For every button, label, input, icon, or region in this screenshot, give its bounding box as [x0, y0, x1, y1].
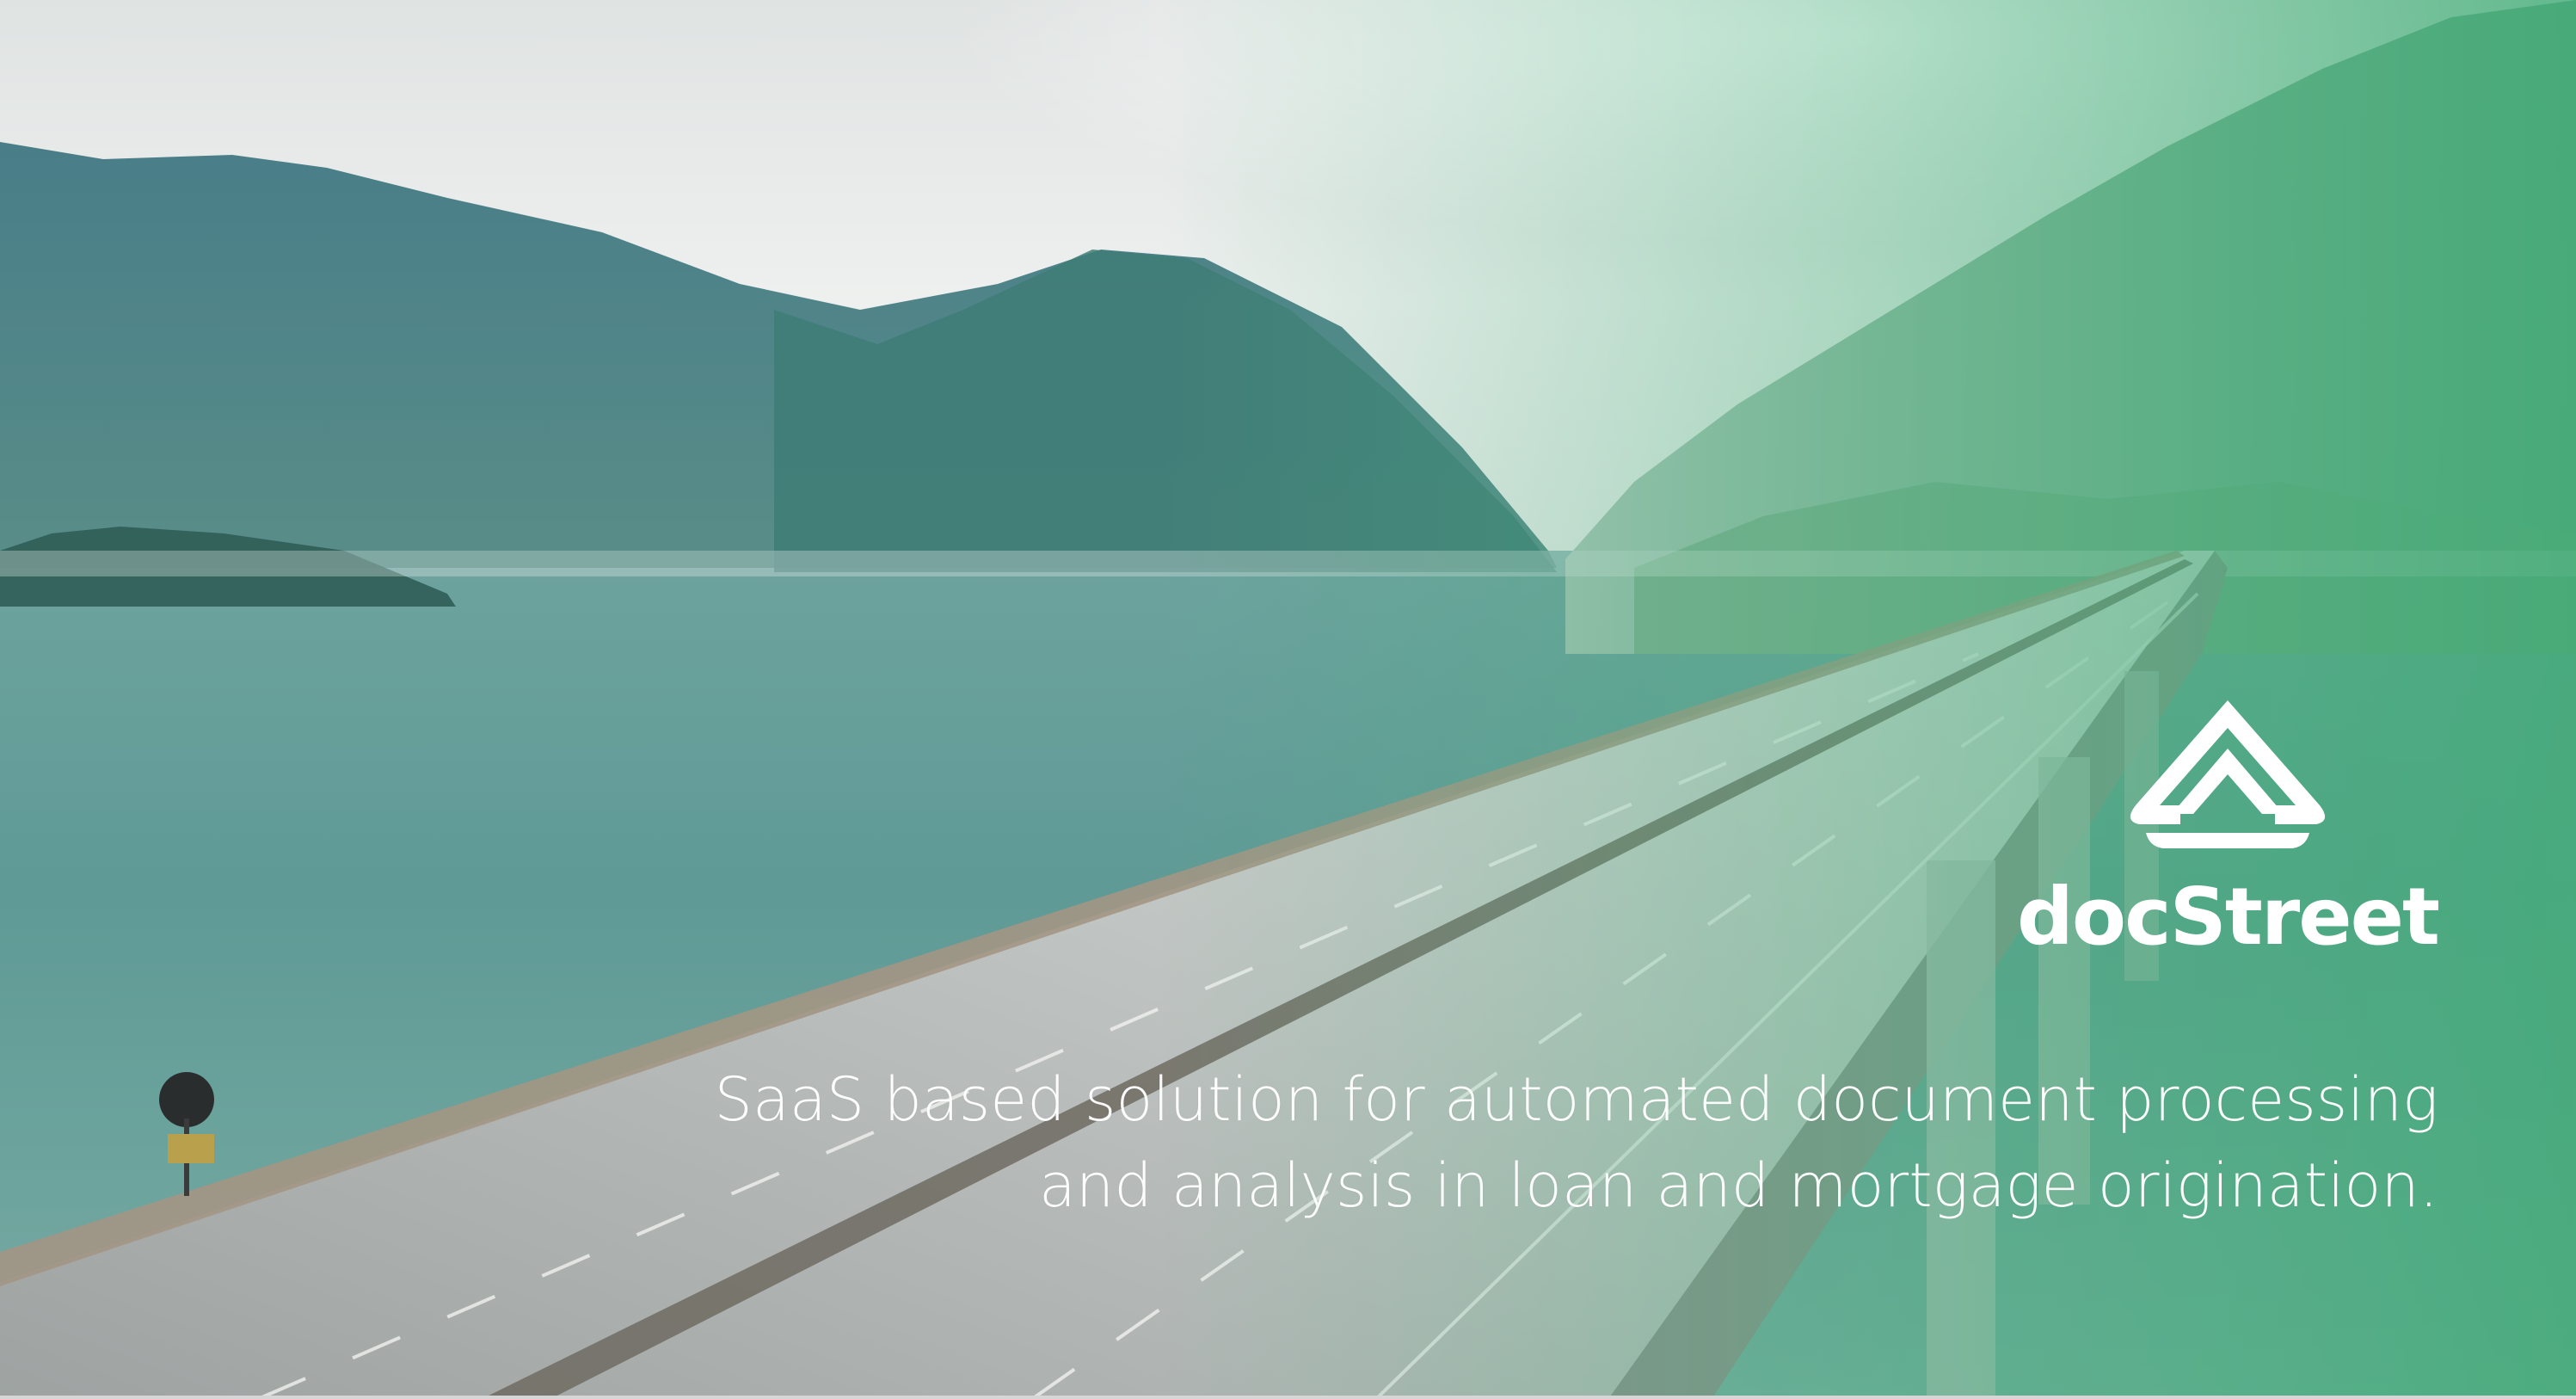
bottom-divider — [0, 1396, 2576, 1399]
tagline: SaaS based solution for automated docume… — [460, 1057, 2438, 1229]
tagline-line-2: and analysis in loan and mortgage origin… — [1039, 1150, 2438, 1221]
brand-block: docStreet — [1905, 695, 2440, 963]
tagline-line-1: SaaS based solution for automated docume… — [714, 1064, 2438, 1135]
hero-banner: docStreet SaaS based solution for automa… — [0, 0, 2576, 1399]
brand-name: docStreet — [2017, 871, 2440, 963]
docstreet-arrow-icon — [2130, 700, 2326, 848]
